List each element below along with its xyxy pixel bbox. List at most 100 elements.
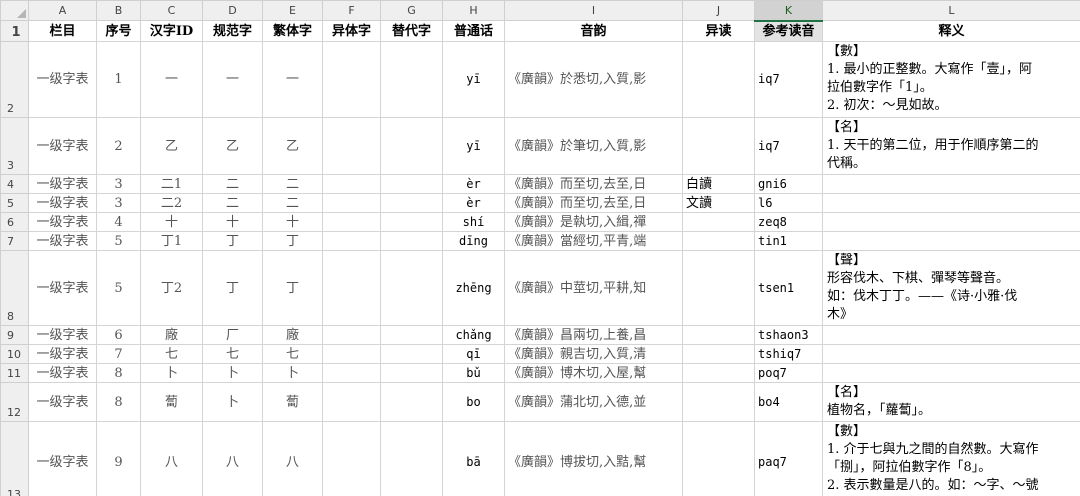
reference-reading-cell[interactable]: iq7	[754, 117, 823, 175]
header-cell[interactable]: 音韵	[504, 20, 683, 42]
category-cell[interactable]: 一级字表	[28, 325, 97, 345]
mandarin-cell[interactable]: bǔ	[442, 363, 505, 383]
index-cell[interactable]: 5	[96, 231, 141, 251]
rhyme-cell[interactable]: 《廣韻》當經切,平青,端	[504, 231, 683, 251]
row-number[interactable]: 12	[0, 382, 29, 422]
reference-reading-cell[interactable]: paq7	[754, 421, 823, 496]
alt-reading-cell[interactable]	[682, 250, 755, 326]
row-number[interactable]: 8	[0, 250, 29, 326]
traditional-char-cell[interactable]: 蔔	[262, 382, 323, 422]
category-cell[interactable]: 一级字表	[28, 250, 97, 326]
reference-reading-cell[interactable]: tin1	[754, 231, 823, 251]
substitute-char-cell[interactable]	[380, 193, 443, 213]
header-cell[interactable]: 规范字	[202, 20, 263, 42]
substitute-char-cell[interactable]	[380, 382, 443, 422]
row-number[interactable]: 1	[0, 20, 29, 42]
substitute-char-cell[interactable]	[380, 174, 443, 194]
header-cell[interactable]: 异读	[682, 20, 755, 42]
substitute-char-cell[interactable]	[380, 421, 443, 496]
standard-char-cell[interactable]: 七	[202, 344, 263, 364]
standard-char-cell[interactable]: 卜	[202, 382, 263, 422]
standard-char-cell[interactable]: 十	[202, 212, 263, 232]
column-header-j[interactable]: J	[682, 0, 755, 21]
standard-char-cell[interactable]: 八	[202, 421, 263, 496]
header-cell[interactable]: 普通话	[442, 20, 505, 42]
variant-char-cell[interactable]	[322, 344, 381, 364]
row-number[interactable]: 9	[0, 325, 29, 345]
row-number[interactable]: 13	[0, 421, 29, 496]
rhyme-cell[interactable]: 《廣韻》親吉切,入質,清	[504, 344, 683, 364]
alt-reading-cell[interactable]	[682, 231, 755, 251]
rhyme-cell[interactable]: 《廣韻》而至切,去至,日	[504, 174, 683, 194]
rhyme-cell[interactable]: 《廣韻》中莖切,平耕,知	[504, 250, 683, 326]
mandarin-cell[interactable]: chǎng	[442, 325, 505, 345]
index-cell[interactable]: 3	[96, 193, 141, 213]
reference-reading-cell[interactable]: gni6	[754, 174, 823, 194]
standard-char-cell[interactable]: 丁	[202, 231, 263, 251]
index-cell[interactable]: 9	[96, 421, 141, 496]
definition-cell[interactable]: 【名】 植物名，「蘿蔔」。	[822, 382, 1080, 422]
definition-cell[interactable]: 【數】 1. 介于七與九之間的自然數。大寫作 「捌」，阿拉伯數字作「8」。 2. 表示…	[822, 421, 1080, 496]
rhyme-cell[interactable]: 《廣韻》昌兩切,上養,昌	[504, 325, 683, 345]
category-cell[interactable]: 一级字表	[28, 174, 97, 194]
column-header-c[interactable]: C	[140, 0, 203, 21]
substitute-char-cell[interactable]	[380, 231, 443, 251]
traditional-char-cell[interactable]: 十	[262, 212, 323, 232]
mandarin-cell[interactable]: shí	[442, 212, 505, 232]
row-number[interactable]: 11	[0, 363, 29, 383]
row-number[interactable]: 5	[0, 193, 29, 213]
category-cell[interactable]: 一级字表	[28, 231, 97, 251]
variant-char-cell[interactable]	[322, 363, 381, 383]
column-header-d[interactable]: D	[202, 0, 263, 21]
alt-reading-cell[interactable]	[682, 363, 755, 383]
column-header-k[interactable]: K	[754, 0, 823, 22]
rhyme-cell[interactable]: 《廣韻》博拔切,入黠,幫	[504, 421, 683, 496]
category-cell[interactable]: 一级字表	[28, 193, 97, 213]
definition-cell[interactable]	[822, 325, 1080, 345]
variant-char-cell[interactable]	[322, 231, 381, 251]
variant-char-cell[interactable]	[322, 117, 381, 175]
mandarin-cell[interactable]: dīng	[442, 231, 505, 251]
index-cell[interactable]: 7	[96, 344, 141, 364]
substitute-char-cell[interactable]	[380, 250, 443, 326]
char-id-cell[interactable]: 二2	[140, 193, 203, 213]
mandarin-cell[interactable]: èr	[442, 193, 505, 213]
mandarin-cell[interactable]: zhēng	[442, 250, 505, 326]
category-cell[interactable]: 一级字表	[28, 41, 97, 118]
header-cell[interactable]: 替代字	[380, 20, 443, 42]
variant-char-cell[interactable]	[322, 382, 381, 422]
definition-cell[interactable]	[822, 174, 1080, 194]
mandarin-cell[interactable]: bo	[442, 382, 505, 422]
reference-reading-cell[interactable]: tshiq7	[754, 344, 823, 364]
reference-reading-cell[interactable]: poq7	[754, 363, 823, 383]
variant-char-cell[interactable]	[322, 41, 381, 118]
variant-char-cell[interactable]	[322, 421, 381, 496]
category-cell[interactable]: 一级字表	[28, 382, 97, 422]
alt-reading-cell[interactable]	[682, 325, 755, 345]
alt-reading-cell[interactable]	[682, 117, 755, 175]
index-cell[interactable]: 8	[96, 363, 141, 383]
substitute-char-cell[interactable]	[380, 41, 443, 118]
row-number[interactable]: 7	[0, 231, 29, 251]
traditional-char-cell[interactable]: 七	[262, 344, 323, 364]
char-id-cell[interactable]: 二1	[140, 174, 203, 194]
char-id-cell[interactable]: 七	[140, 344, 203, 364]
alt-reading-cell[interactable]	[682, 212, 755, 232]
rhyme-cell[interactable]: 《廣韻》於筆切,入質,影	[504, 117, 683, 175]
definition-cell[interactable]: 【數】 1. 最小的正整數。大寫作「壹」，阿 拉伯數字作「1」。 2. 初次：～見如故…	[822, 41, 1080, 118]
column-header-f[interactable]: F	[322, 0, 381, 21]
reference-reading-cell[interactable]: l6	[754, 193, 823, 213]
row-number[interactable]: 6	[0, 212, 29, 232]
standard-char-cell[interactable]: 丁	[202, 250, 263, 326]
header-cell[interactable]: 栏目	[28, 20, 97, 42]
row-number[interactable]: 4	[0, 174, 29, 194]
category-cell[interactable]: 一级字表	[28, 421, 97, 496]
definition-cell[interactable]	[822, 344, 1080, 364]
reference-reading-cell[interactable]: tsen1	[754, 250, 823, 326]
mandarin-cell[interactable]: yī	[442, 117, 505, 175]
column-header-e[interactable]: E	[262, 0, 323, 21]
substitute-char-cell[interactable]	[380, 212, 443, 232]
definition-cell[interactable]	[822, 363, 1080, 383]
index-cell[interactable]: 2	[96, 117, 141, 175]
substitute-char-cell[interactable]	[380, 344, 443, 364]
